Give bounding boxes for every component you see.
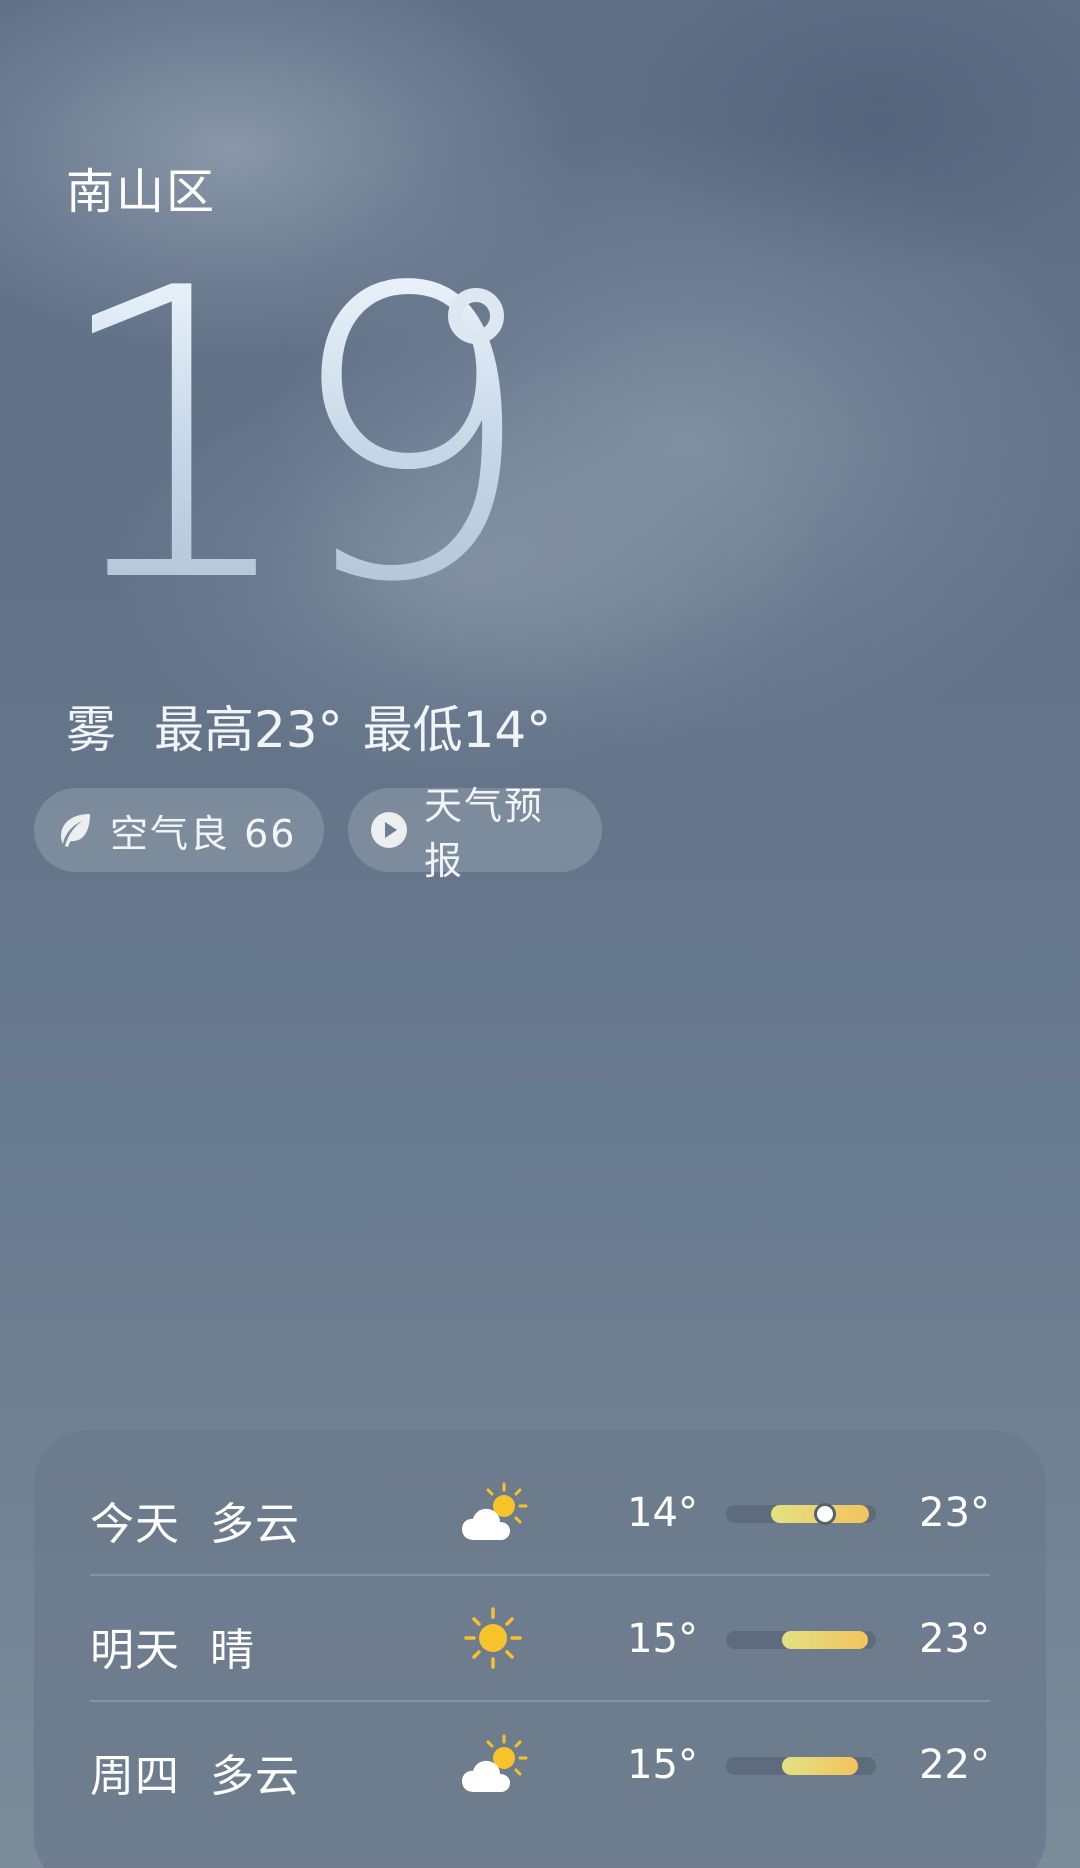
degree-symbol — [448, 288, 504, 344]
partly-cloudy-icon — [460, 1480, 530, 1544]
play-icon — [370, 811, 408, 849]
forecast-low: 15° — [627, 1742, 698, 1788]
forecast-row-thursday[interactable]: 周四 多云 15° 22° — [90, 1702, 990, 1828]
forecast-condition: 晴 — [210, 1625, 255, 1676]
forecast-day: 明天 — [90, 1625, 180, 1676]
temperature-range-bar — [726, 1757, 876, 1775]
air-quality-label: 空气良 66 — [110, 811, 297, 856]
forecast-video-chip[interactable]: 天气预报 — [348, 784, 602, 883]
weather-summary: 雾最高23° 最低14° — [66, 690, 571, 762]
leaf-icon — [56, 811, 94, 849]
forecast-low: 15° — [627, 1616, 698, 1662]
forecast-condition: 多云 — [210, 1499, 300, 1550]
forecast-low: 14° — [627, 1490, 698, 1536]
today-high: 最高23° — [154, 701, 343, 759]
forecast-condition: 多云 — [210, 1751, 300, 1802]
partly-cloudy-icon — [460, 1732, 530, 1796]
temperature-range-fill — [781, 1631, 869, 1649]
forecast-high: 22° — [919, 1742, 990, 1788]
temperature-range-bar — [726, 1631, 876, 1649]
daily-forecast-card[interactable]: 今天 多云 14° 23° 明天 晴 15° 23° 周四 多云 15° 22° — [34, 1430, 1046, 1868]
forecast-high: 23° — [919, 1616, 990, 1662]
temperature-range-bar — [726, 1505, 876, 1523]
forecast-video-label: 天气预报 — [424, 784, 545, 883]
sun-icon — [460, 1606, 530, 1670]
forecast-row-tomorrow[interactable]: 明天 晴 15° 23° — [90, 1576, 990, 1702]
forecast-day: 周四 — [90, 1751, 180, 1802]
forecast-high: 23° — [919, 1490, 990, 1536]
temperature-range-fill — [781, 1757, 858, 1775]
today-low: 最低14° — [362, 701, 552, 759]
cloud-backdrop — [620, 0, 1080, 280]
air-quality-chip[interactable]: 空气良 66 — [34, 788, 324, 872]
forecast-row-today[interactable]: 今天 多云 14° 23° — [90, 1450, 990, 1576]
current-condition: 雾 — [66, 701, 116, 759]
weather-screen: 南山区 19 雾最高23° 最低14° 空气良 66 天气预报 今天 多云 14… — [0, 0, 1080, 1868]
current-temperature: 19 — [48, 205, 537, 670]
forecast-day: 今天 — [90, 1499, 180, 1550]
